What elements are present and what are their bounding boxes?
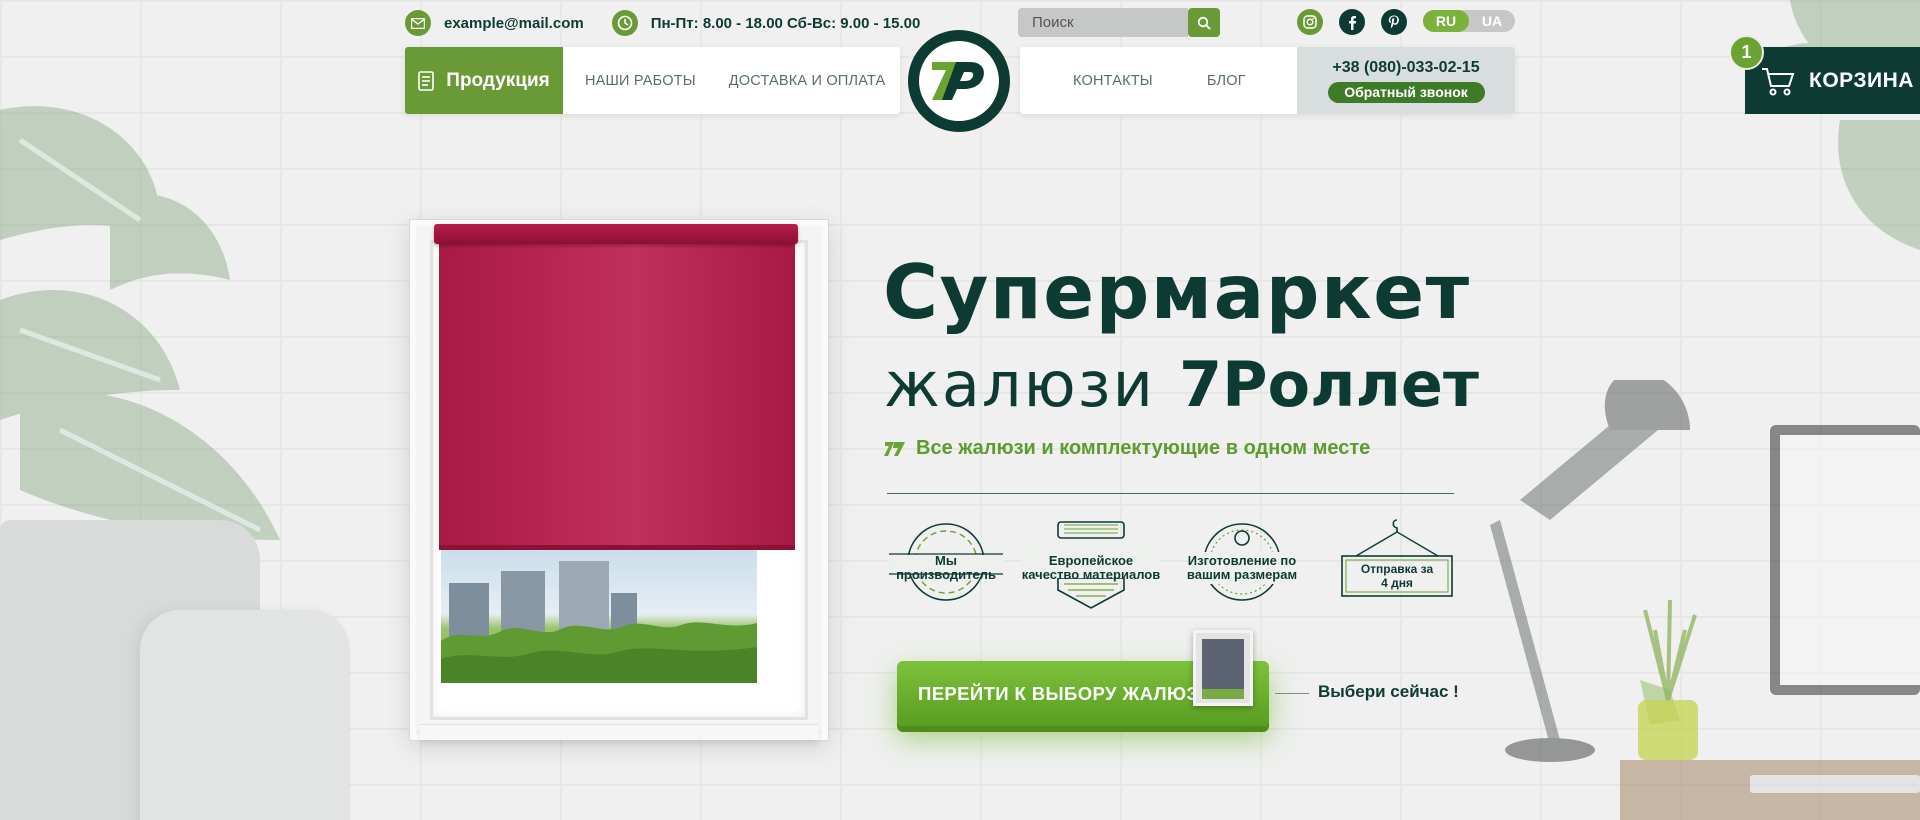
pinterest-icon[interactable] xyxy=(1381,9,1407,35)
city-view xyxy=(441,545,757,683)
sofa-decoration xyxy=(0,520,350,820)
blind-thumbnail-image xyxy=(1193,630,1253,706)
monstera-plant-left xyxy=(0,106,280,540)
phone-block: +38 (080)-033-02-15 Обратный звонок xyxy=(1297,47,1515,114)
feature-quality: Европейское качество материалов xyxy=(1020,518,1162,618)
brand-mark-icon xyxy=(884,441,905,456)
feature-label-shipping: Отправка за 4 дня xyxy=(1360,562,1434,590)
tagline-text: Все жалюзи и комплектующие в одном месте xyxy=(916,437,1371,459)
feature-label-custom-size: Изготовление по вашим размерам xyxy=(1186,553,1298,582)
roller-blind xyxy=(439,240,795,550)
cart-count-badge: 1 xyxy=(1729,35,1764,70)
email-text[interactable]: example@mail.com xyxy=(444,15,584,32)
email-contact[interactable]: example@mail.com xyxy=(405,10,584,36)
hero-title: Супермаркет xyxy=(883,248,1471,336)
lang-ua[interactable]: UA xyxy=(1469,10,1515,32)
main-nav-left: Продукция НАШИ РАБОТЫ ДОСТАВКА И ОПЛАТА xyxy=(405,47,900,114)
language-switcher: RU UA xyxy=(1423,10,1515,32)
hero-subtitle: жалюзи 7Роллет xyxy=(884,348,1479,421)
logo-7p-mark xyxy=(932,62,984,100)
products-label: Продукция xyxy=(446,69,550,91)
search-button[interactable] xyxy=(1188,8,1220,37)
nav-link-our-works[interactable]: НАШИ РАБОТЫ xyxy=(585,73,696,89)
phone-number[interactable]: +38 (080)-033-02-15 xyxy=(1332,59,1479,77)
nav-link-delivery[interactable]: ДОСТАВКА И ОПЛАТА xyxy=(729,73,886,89)
cart-label: КОРЗИНА xyxy=(1809,68,1914,92)
search-input[interactable] xyxy=(1018,8,1188,37)
feature-custom-size: Изготовление по вашим размерам xyxy=(1182,518,1302,618)
nav-link-contacts[interactable]: КОНТАКТЫ xyxy=(1073,73,1153,89)
instagram-icon[interactable] xyxy=(1297,9,1323,35)
search-box xyxy=(1018,8,1220,37)
products-menu-button[interactable]: Продукция xyxy=(405,47,563,114)
lang-ru[interactable]: RU xyxy=(1423,10,1469,32)
mail-icon xyxy=(405,10,431,36)
cta-note: Выбери сейчас ! xyxy=(1318,682,1459,701)
facebook-icon[interactable] xyxy=(1339,9,1365,35)
hours-text: Пн-Пт: 8.00 - 18.00 Сб-Вс: 9.00 - 15.00 xyxy=(650,14,921,32)
desk-lamp-decoration xyxy=(1490,380,1920,820)
hero-subtitle-light: жалюзи xyxy=(884,348,1155,421)
main-nav-right: КОНТАКТЫ БЛОГ +38 (080)-033-02-15 Обратн… xyxy=(1020,47,1515,114)
document-icon xyxy=(418,70,435,91)
logo-inner xyxy=(919,41,999,121)
social-links xyxy=(1297,9,1423,35)
working-hours: Пн-Пт: 8.00 - 18.00 Сб-Вс: 9.00 - 15.00 xyxy=(611,10,921,36)
features-row: Мы производитель Европейское качество ма… xyxy=(887,518,1457,618)
nav-link-blog[interactable]: БЛОГ xyxy=(1207,73,1246,89)
monstera-plant-right xyxy=(1760,0,1920,250)
cta-connector-line xyxy=(1275,693,1309,694)
hero-divider xyxy=(887,493,1454,494)
feature-shipping: Отправка за 4 дня xyxy=(1340,518,1454,618)
hero-tagline: Все жалюзи и комплектующие в одном месте xyxy=(884,437,1370,460)
feature-manufacturer: Мы производитель xyxy=(887,518,1005,618)
search-icon xyxy=(1197,16,1211,30)
site-logo[interactable] xyxy=(908,30,1010,132)
window-sill xyxy=(420,724,818,740)
hero-subtitle-brand: 7Роллет xyxy=(1178,348,1479,421)
feature-label-quality: Европейское качество материалов xyxy=(1021,553,1161,582)
cart-icon xyxy=(1762,67,1795,95)
window-with-roller-blind-image xyxy=(409,219,829,741)
roller-blind-cassette xyxy=(434,224,798,244)
feature-label-manufacturer: Мы производитель xyxy=(896,553,996,582)
clock-icon xyxy=(611,10,638,36)
callback-button[interactable]: Обратный звонок xyxy=(1327,81,1485,103)
cart-button[interactable]: КОРЗИНА xyxy=(1745,47,1920,114)
